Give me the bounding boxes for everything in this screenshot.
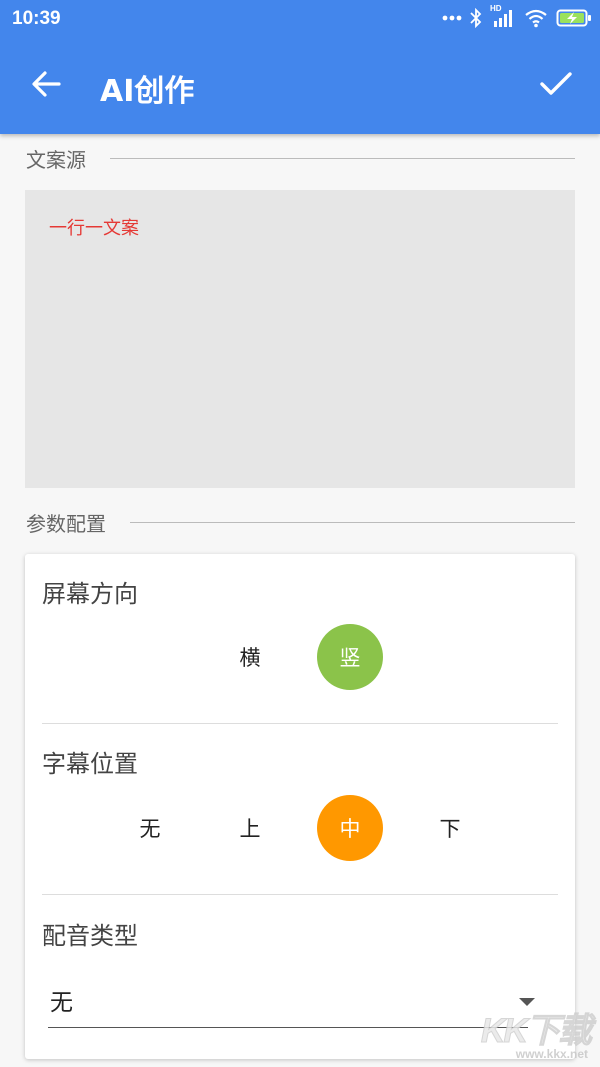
back-button[interactable] — [22, 62, 70, 110]
hd-signal-icon: HD — [490, 4, 516, 29]
params-section-header: 参数配置 — [26, 508, 575, 536]
arrow-left-icon — [31, 71, 61, 101]
watermark-logo: KK下载 www.kkx.net — [476, 999, 596, 1065]
top-bar: 10:39 HD AI创作 — [0, 0, 600, 134]
params-card: 屏幕方向 横 竖 字幕位置 无 上 中 下 配音类型 无 — [25, 554, 575, 1059]
option-label: 竖 — [339, 646, 361, 670]
bluetooth-icon — [470, 8, 482, 28]
voice-type-select[interactable]: 无 — [48, 972, 535, 1028]
source-section-header: 文案源 — [26, 144, 575, 172]
wifi-icon — [524, 8, 548, 28]
page-title: AI创作 — [100, 74, 195, 109]
section-divider-line — [130, 521, 575, 523]
orientation-option-landscape[interactable]: 横 — [217, 624, 283, 690]
status-time: 10:39 — [12, 8, 61, 29]
check-icon — [540, 71, 572, 101]
battery-charging-icon — [556, 8, 592, 28]
option-label: 下 — [439, 817, 461, 841]
subtitle-option-top[interactable]: 上 — [217, 795, 283, 861]
more-dots-icon — [442, 15, 462, 21]
orientation-option-portrait[interactable]: 竖 — [317, 624, 383, 690]
option-label: 中 — [339, 817, 361, 841]
voice-type-value: 无 — [50, 989, 73, 1016]
divider — [42, 894, 558, 895]
app-bar: AI创作 — [0, 40, 600, 134]
subtitle-option-none[interactable]: 无 — [117, 795, 183, 861]
source-section-title: 文案源 — [26, 147, 86, 172]
subtitle-option-bottom[interactable]: 下 — [417, 795, 483, 861]
option-label: 上 — [239, 817, 261, 841]
source-text-input[interactable] — [25, 190, 575, 488]
status-bar: 10:39 HD — [0, 0, 600, 40]
option-label: 无 — [139, 817, 161, 841]
watermark-url: www.kkx.net — [515, 1047, 588, 1061]
subtitle-option-middle[interactable]: 中 — [317, 795, 383, 861]
section-divider-line — [110, 157, 575, 159]
orientation-label: 屏幕方向 — [42, 580, 138, 608]
params-section-title: 参数配置 — [26, 511, 106, 536]
status-icons: HD — [442, 4, 592, 29]
subtitle-position-label: 字幕位置 — [42, 750, 138, 778]
confirm-button[interactable] — [532, 62, 580, 110]
divider — [42, 723, 558, 724]
option-label: 横 — [239, 646, 261, 670]
watermark-text: KK下载 — [480, 1012, 592, 1051]
voice-type-label: 配音类型 — [42, 922, 138, 950]
